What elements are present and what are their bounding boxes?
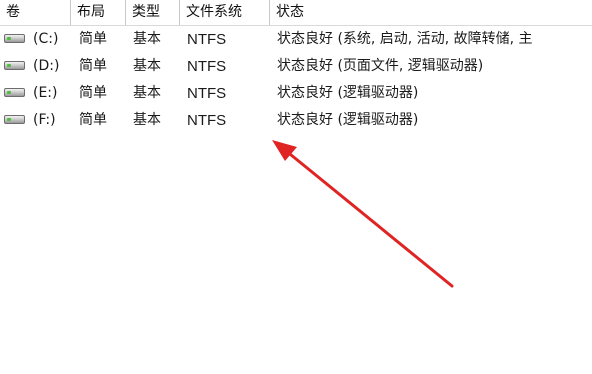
volume-row-d[interactable]: (D:) 简单 基本 NTFS 状态良好 (页面文件, 逻辑驱动器) [0,53,592,80]
arrow-shaft [283,148,454,288]
volume-row-f[interactable]: (F:) 简单 基本 NTFS 状态良好 (逻辑驱动器) [0,107,592,134]
drive-icon [4,33,25,43]
volume-cell: (C:) [4,26,70,53]
drive-icon [4,87,25,97]
layout-cell: 简单 [79,58,107,74]
volume-name: (C:) [33,31,59,47]
column-header-filesystem[interactable]: 文件系统 [180,0,270,25]
filesystem-cell: NTFS [187,112,227,129]
filesystem-cell: NTFS [187,31,227,48]
drive-icon [4,114,25,124]
column-header-volume[interactable]: 卷 [0,0,71,25]
column-header-layout[interactable]: 布局 [71,0,126,25]
type-cell: 基本 [133,112,161,128]
status-cell: 状态良好 (系统, 启动, 活动, 故障转储, 主 [277,31,533,47]
status-cell: 状态良好 (页面文件, 逻辑驱动器) [277,58,484,74]
volume-list: (C:) 简单 基本 NTFS 状态良好 (系统, 启动, 活动, 故障转储, … [0,26,592,134]
drive-icon [4,60,25,70]
arrow-head [272,140,297,161]
volume-row-e[interactable]: (E:) 简单 基本 NTFS 状态良好 (逻辑驱动器) [0,80,592,107]
volume-cell: (D:) [4,53,70,80]
layout-cell: 简单 [79,31,107,47]
type-cell: 基本 [133,85,161,101]
volume-cell: (F:) [4,107,70,134]
status-cell: 状态良好 (逻辑驱动器) [277,85,419,101]
volume-row-c[interactable]: (C:) 简单 基本 NTFS 状态良好 (系统, 启动, 活动, 故障转储, … [0,26,592,53]
status-cell: 状态良好 (逻辑驱动器) [277,112,419,128]
filesystem-cell: NTFS [187,58,227,75]
volume-name: (E:) [33,85,58,101]
column-header-bar: 卷 布局 类型 文件系统 状态 [0,0,592,26]
layout-cell: 简单 [79,112,107,128]
layout-cell: 简单 [79,85,107,101]
volume-name: (F:) [33,112,56,128]
volume-name: (D:) [33,58,60,74]
volume-cell: (E:) [4,80,70,107]
type-cell: 基本 [133,58,161,74]
column-header-type[interactable]: 类型 [126,0,180,25]
column-header-status[interactable]: 状态 [270,0,592,25]
filesystem-cell: NTFS [187,85,227,102]
type-cell: 基本 [133,31,161,47]
